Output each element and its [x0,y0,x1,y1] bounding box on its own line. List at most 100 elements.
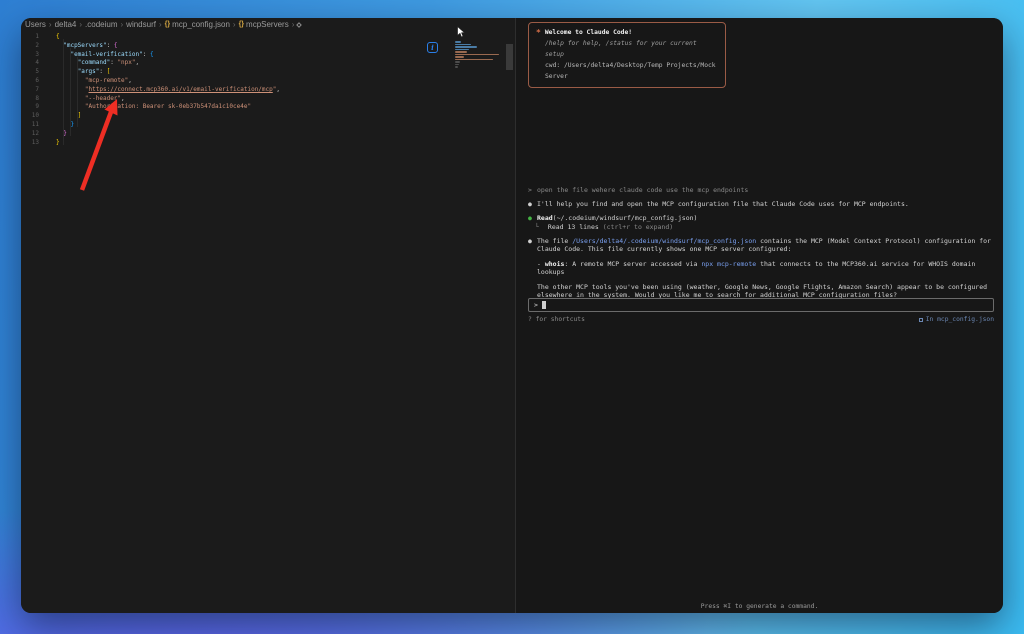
line-number: 7 [21,86,39,95]
code-token: { [56,33,60,40]
text-segment: (~/.codeium/windsurf/mcp_config.json) [553,214,698,222]
breadcrumb-item-Users[interactable]: Users [25,20,46,29]
conversation-entry: └ Read 13 lines (ctrl+r to expand) [535,223,995,231]
scrollbar [506,44,513,613]
code-token: , [128,77,132,84]
paragraphs: I'll help you find and open the MCP conf… [537,200,995,208]
code-token: : [107,42,114,49]
breadcrumb-item-mcpServers[interactable]: {}mcpServers [239,20,289,29]
breadcrumb-separator: › [79,20,82,29]
line-number: 10 [21,112,39,121]
breadcrumb-separator: › [121,20,124,29]
text-cursor [542,301,546,309]
symbol-icon [297,22,303,28]
code-line: 3 "email-verification": { [21,51,515,60]
welcome-title: Welcome to Claude Code! [545,27,632,38]
conversation-entry: >open the file wehere claude code use th… [528,186,995,194]
code-line: 10 ] [21,112,515,121]
text-segment: : A remote MCP server accessed via [564,260,701,268]
breadcrumb-label: Users [25,20,46,29]
paragraph: The other MCP tools you've been using (w… [537,283,995,299]
text-segment: The other MCP tools you've been using (w… [537,283,991,299]
conversation-entry: ●The file /Users/delta4/.codeium/windsur… [528,237,995,299]
breadcrumb-separator: › [49,20,52,29]
code-token: "args" [78,68,100,75]
user-prompt-marker: > [528,186,537,194]
code-token: , [136,59,140,66]
text-segment: open the file wehere claude code use the… [537,186,748,194]
info-icon[interactable]: i [427,42,438,53]
paragraphs: The file /Users/delta4/.codeium/windsurf… [537,237,995,299]
text-segment: The file [537,237,572,245]
text-segment: (ctrl+r to expand) [603,223,673,231]
code-token: : [99,68,106,75]
line-number: 12 [21,130,39,139]
code-area: 1{2 "mcpServers": {3 "email-verification… [21,33,515,147]
line-number: 9 [21,103,39,112]
code-line: 4 "command": "npx", [21,59,515,68]
code-token: [ [107,68,111,75]
breadcrumb-item-.codeium[interactable]: .codeium [85,20,117,29]
json-braces-icon: {} [165,21,170,28]
tool-call-bullet-icon: ● [528,214,537,222]
file-context-indicator: In mcp_config.json [919,316,994,323]
code-token: : [143,51,150,58]
code-line: 8 "--header", [21,95,515,104]
paragraph: Read 13 lines (ctrl+r to expand) [544,223,995,231]
indent-guide [63,39,64,145]
minimap-line [455,66,458,68]
breadcrumb-item-windsurf[interactable]: windsurf [126,20,156,29]
code-line: 9 "Authorization: Bearer sk-0eb37b547da1… [21,103,515,112]
paragraph: The file /Users/delta4/.codeium/windsurf… [537,237,995,253]
url-link[interactable]: https://connect.mcp360.ai/v1/email-verif… [89,86,273,93]
breadcrumb-label: mcp_config.json [172,20,230,29]
code-line: 13} [21,139,515,148]
code-token: "npx" [117,59,135,66]
json-braces-icon: {} [239,21,244,28]
code-text: "args": [ [39,68,110,77]
line-number: 5 [21,68,39,77]
breadcrumb-item-mcp_config.json[interactable]: {}mcp_config.json [165,20,230,29]
paragraph: open the file wehere claude code use the… [537,186,995,194]
text-segment: Read 13 lines [544,223,603,231]
code-text: } [39,139,60,148]
code-token: { [150,51,154,58]
code-line: 6 "mcp-remote", [21,77,515,86]
minimap-line [455,54,499,56]
desktop-background: { "colors": { "arrow_red": "#ee2e24", "b… [0,0,1024,634]
text-segment: /Users/delta4/.codeium/windsurf/mcp_conf… [572,237,756,245]
code-token: "Authorization: Bearer sk-0eb37b547da1c1… [85,103,251,110]
code-token [56,68,78,75]
breadcrumb-item-delta4[interactable]: delta4 [55,20,77,29]
text-segment: I'll help you find and open the MCP conf… [537,200,909,208]
paragraphs: Read 13 lines (ctrl+r to expand) [544,223,995,231]
code-token: "mcp-remote" [85,77,128,84]
paragraph: Read(~/.codeium/windsurf/mcp_config.json… [537,214,995,222]
line-number: 2 [21,42,39,51]
scrollbar-thumb[interactable] [506,44,513,70]
code-line: 2 "mcpServers": { [21,42,515,51]
line-number: 8 [21,95,39,104]
code-token: ] [78,112,82,119]
asterisk-icon: * [536,27,541,38]
minimap-line [455,41,461,43]
minimap[interactable] [455,41,503,69]
conversation-entry: ●I'll help you find and open the MCP con… [528,200,995,208]
breadcrumb-label: delta4 [55,20,77,29]
breadcrumb-separator: › [233,20,236,29]
line-number: 3 [21,51,39,60]
code-token: { [114,42,118,49]
breadcrumb-item-symbol[interactable] [297,23,301,27]
code-line: 11 } [21,121,515,130]
code-text: "https://connect.mcp360.ai/v1/email-veri… [39,86,280,95]
code-token: "--header" [85,95,121,102]
editor[interactable]: 1{2 "mcpServers": {3 "email-verification… [21,31,515,613]
code-text: ] [39,112,81,121]
minimap-line [455,64,459,66]
code-text: "email-verification": { [39,51,154,60]
editor-pane: Users›delta4›.codeium›windsurf›{}mcp_con… [21,18,515,613]
welcome-box: * Welcome to Claude Code! /help for help… [528,22,726,88]
line-number: 11 [21,121,39,130]
terminal-input[interactable]: > [528,298,994,312]
code-token: "command" [78,59,111,66]
